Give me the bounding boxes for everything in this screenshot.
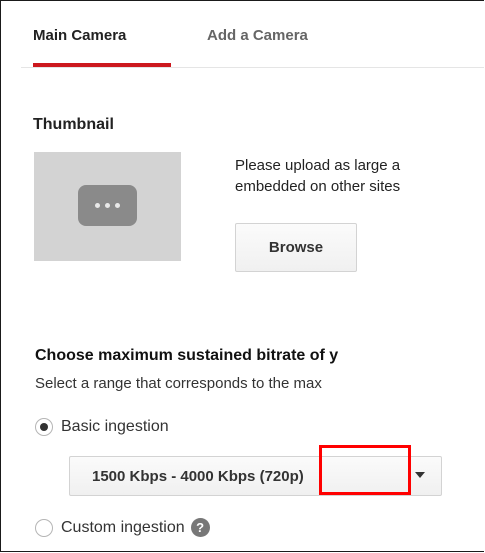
browse-button[interactable]: Browse <box>235 223 357 272</box>
basic-ingestion-radio[interactable] <box>35 418 53 436</box>
tab-main-camera[interactable]: Main Camera <box>33 27 126 44</box>
upload-instructions-line2: embedded on other sites <box>235 178 401 195</box>
thumbnail-placeholder <box>34 152 181 261</box>
upload-instructions-line1: Please upload as large a <box>235 157 401 174</box>
custom-ingestion-radio[interactable] <box>35 518 53 537</box>
bitrate-select[interactable]: 1500 Kbps - 4000 Kbps (720p) <box>69 456 442 496</box>
active-tab-indicator <box>33 63 171 67</box>
chevron-down-icon <box>415 472 425 478</box>
upload-instructions: Please upload as large a embedded on oth… <box>235 155 484 197</box>
tab-bar: Main Camera Add a Camera <box>21 1 484 68</box>
camera-settings-panel: Main Camera Add a Camera Thumbnail Pleas… <box>0 0 484 552</box>
custom-ingestion-option[interactable]: Custom ingestion ? <box>35 518 210 537</box>
bitrate-heading: Choose maximum sustained bitrate of y <box>35 347 339 364</box>
bitrate-description: Select a range that corresponds to the m… <box>35 375 322 392</box>
question-mark-icon[interactable]: ? <box>190 518 210 537</box>
basic-ingestion-label: Basic ingestion <box>61 418 169 435</box>
tab-add-camera[interactable]: Add a Camera <box>207 27 308 44</box>
thumbnail-heading: Thumbnail <box>33 116 114 133</box>
more-horizontal-icon <box>78 185 137 226</box>
select-divider <box>409 463 410 489</box>
basic-ingestion-option[interactable]: Basic ingestion <box>35 418 169 436</box>
bitrate-select-value: 1500 Kbps - 4000 Kbps (720p) <box>92 467 304 485</box>
custom-ingestion-label: Custom ingestion <box>61 518 185 536</box>
